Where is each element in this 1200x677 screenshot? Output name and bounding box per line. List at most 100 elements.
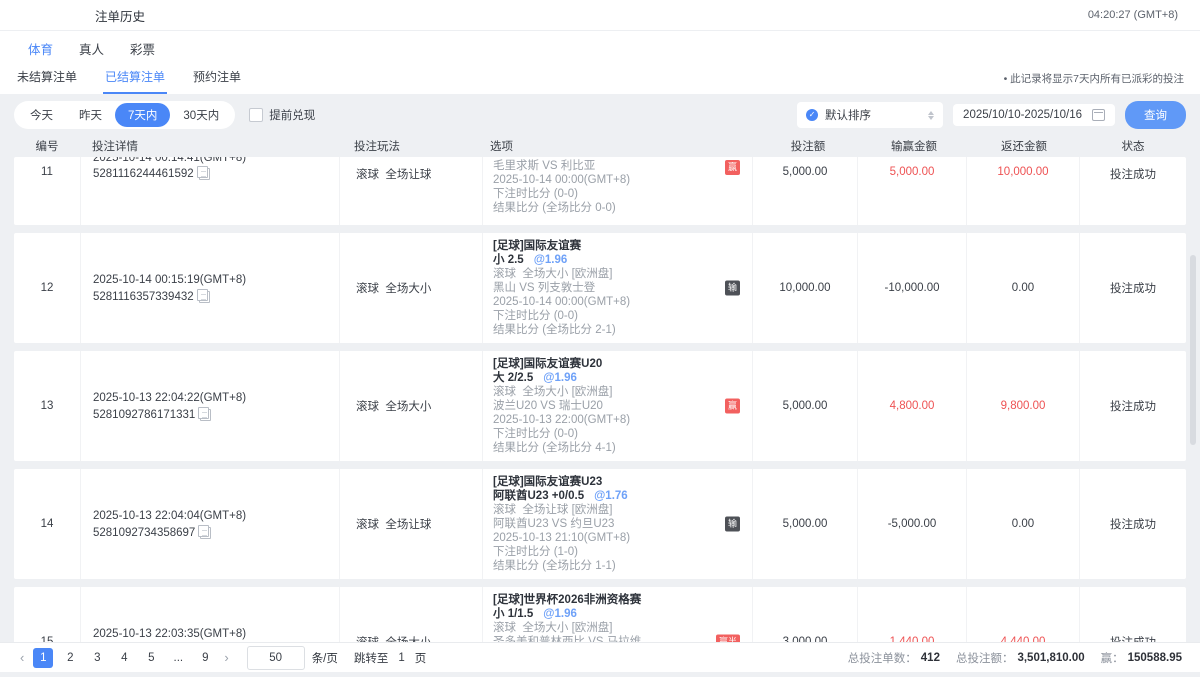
col-header: 编号 xyxy=(14,138,80,154)
page-2[interactable]: 2 xyxy=(60,648,80,668)
col-header: 投注玩法 xyxy=(338,138,480,154)
page-...[interactable]: ... xyxy=(168,648,188,668)
page-3[interactable]: 3 xyxy=(87,648,107,668)
pagination: ‹ 12345... 9 › xyxy=(18,648,231,668)
range-7天内[interactable]: 7天内 xyxy=(115,103,170,127)
bet-status: 投注成功 xyxy=(1080,469,1186,579)
result-badge: 输 xyxy=(725,517,740,532)
subtab-未结算注单[interactable]: 未结算注单 xyxy=(15,64,79,94)
date-range-picker[interactable]: 2025/10/10-2025/10/16 xyxy=(953,104,1115,126)
top-bar: 注单历史 04:20:27 (GMT+8) xyxy=(0,0,1200,31)
play-type: 滚球 全场让球 xyxy=(340,157,483,225)
option-line: 下注时比分 (0-0) xyxy=(493,427,742,441)
page-size-input[interactable] xyxy=(247,646,305,670)
winloss-amount: -5,000.00 xyxy=(858,469,967,579)
page-9[interactable]: 9 xyxy=(195,648,215,668)
option-line: 2025-10-14 00:00(GMT+8) xyxy=(493,295,742,309)
page-5[interactable]: 5 xyxy=(141,648,161,668)
page-title: 注单历史 xyxy=(95,6,145,25)
subtab-已结算注单[interactable]: 已结算注单 xyxy=(103,64,167,94)
cashout-checkbox[interactable] xyxy=(249,108,263,122)
subtab-预约注单[interactable]: 预约注单 xyxy=(191,64,243,94)
page-4[interactable]: 4 xyxy=(114,648,134,668)
option-line: 结果比分 (全场比分 2-1) xyxy=(493,323,742,337)
table-body: 112025-10-14 00:14:41(GMT+8)528111624446… xyxy=(14,157,1186,642)
range-30天内[interactable]: 30天内 xyxy=(170,103,232,127)
refund-amount: 4,440.00 xyxy=(967,587,1080,642)
bet-status: 投注成功 xyxy=(1080,233,1186,343)
stake-amount: 5,000.00 xyxy=(753,351,858,461)
stake-amount: 3,000.00 xyxy=(753,587,858,642)
copy-icon[interactable] xyxy=(199,291,210,303)
copy-icon[interactable] xyxy=(200,527,211,539)
order-number-line: 5281092786171331 xyxy=(93,409,339,421)
total-label: 总投注额： xyxy=(956,650,1014,666)
cashout-checkbox-wrap[interactable]: 提前兑现 xyxy=(249,107,315,123)
option-line: 滚球 全场大小 [欧洲盘] xyxy=(493,621,742,635)
bet-detail-cell: 2025-10-14 00:14:41(GMT+8)52811162444615… xyxy=(81,157,340,225)
option-cell: [足球]国际友谊赛U23阿联酋U23 +0/0.5@1.76滚球 全场让球 [欧… xyxy=(483,469,753,579)
prev-page-icon[interactable]: ‹ xyxy=(18,650,26,665)
row-id: 11 xyxy=(14,157,81,225)
category-tabs: 体育 真人 彩票 xyxy=(0,31,1200,62)
table-row: 112025-10-14 00:14:41(GMT+8)528111624446… xyxy=(14,157,1186,225)
copy-icon[interactable] xyxy=(199,168,210,180)
option-line: [足球]国际友谊赛U23 xyxy=(493,475,742,489)
option-line: [足球]世界杯2026非洲资格赛 xyxy=(493,593,742,607)
sort-caret-icon xyxy=(928,111,934,120)
total-value: 3,501,810.00 xyxy=(1017,652,1084,664)
row-id: 12 xyxy=(14,233,81,343)
vertical-scrollbar[interactable] xyxy=(1190,255,1196,445)
tabs-block: 体育真人彩票 未结算注单已结算注单预约注单 • 此记录将显示7天内所有已派彩的投… xyxy=(0,31,1200,94)
option-line: 下注时比分 (0-0) xyxy=(493,309,742,323)
jump-page-input[interactable]: 1 xyxy=(398,652,404,664)
query-button[interactable]: 查询 xyxy=(1125,101,1186,129)
order-number: 5281092734358697 xyxy=(93,527,195,539)
range-今天[interactable]: 今天 xyxy=(17,103,66,127)
tab-体育[interactable]: 体育 xyxy=(28,39,53,58)
total-item: 赢：150588.95 xyxy=(1101,650,1182,666)
play-type: 滚球 全场让球 xyxy=(340,469,483,579)
order-number: 5281116357339432 xyxy=(93,291,194,303)
table-row: 142025-10-13 22:04:04(GMT+8)528109273435… xyxy=(14,469,1186,579)
table-row: 12 2025-10-14 00:15:19(GMT+8) 528111635733… xyxy=(14,233,1186,343)
result-badge: 赢 xyxy=(725,160,740,175)
option-line: [足球]国际友谊赛U20 xyxy=(493,357,742,371)
bet-time: 2025-10-14 00:15:19(GMT+8) xyxy=(93,274,339,286)
jump-suffix: 页 xyxy=(415,650,427,666)
odds-value: @1.76 xyxy=(594,490,628,502)
footer-bar: ‹12345...9› 条/页 跳转至 1 页 总投注单数：412总投注额：3,… xyxy=(0,642,1200,672)
winloss-amount: 1,440.00 xyxy=(858,587,967,642)
option-line: 2025-10-13 21:10(GMT+8) xyxy=(493,531,742,545)
odds-value: @1.96 xyxy=(534,254,568,266)
option-line: 毛里求斯 VS 利比亚 xyxy=(493,159,595,173)
tab-彩票[interactable]: 彩票 xyxy=(130,39,155,58)
range-昨天[interactable]: 昨天 xyxy=(66,103,115,127)
date-quick-filters: 今天昨天7天内30天内 xyxy=(14,101,235,129)
row-id: 14 xyxy=(14,469,81,579)
col-header: 返还金额 xyxy=(968,138,1080,154)
refund-amount: 9,800.00 xyxy=(967,351,1080,461)
tab-真人[interactable]: 真人 xyxy=(79,39,104,58)
option-line: 滚球 全场大小 [欧洲盘] xyxy=(493,385,742,399)
order-number: 5281092786171331 xyxy=(93,409,195,421)
cashout-checkbox-label: 提前兑现 xyxy=(269,107,315,123)
option-line: 阿联酋U23 +0/0.5@1.76 xyxy=(493,489,742,503)
bet-status: 投注成功 xyxy=(1080,351,1186,461)
refund-amount: 10,000.00 xyxy=(967,157,1080,225)
page-1[interactable]: 1 xyxy=(33,648,53,668)
calendar-icon xyxy=(1092,109,1105,121)
table-row: 132025-10-13 22:04:22(GMT+8)528109278617… xyxy=(14,351,1186,461)
option-line: 阿联酋U23 VS 约旦U23 xyxy=(493,517,742,531)
copy-icon[interactable] xyxy=(200,409,211,421)
odds-value: @1.96 xyxy=(543,608,577,620)
option-line: 滚球 全场大小 [欧洲盘] xyxy=(493,267,742,281)
next-page-icon[interactable]: › xyxy=(222,650,230,665)
bet-status: 投注成功 xyxy=(1080,587,1186,642)
option-line: 结果比分 (全场比分 0-0) xyxy=(493,201,616,215)
bet-time: 2025-10-14 00:14:41(GMT+8) xyxy=(93,157,246,164)
option-line: 大 2/2.5@1.96 xyxy=(493,371,742,385)
sort-select[interactable]: ✓ 默认排序 xyxy=(797,102,943,128)
summary-totals: 总投注单数：412总投注额：3,501,810.00赢：150588.95 xyxy=(848,650,1182,666)
bet-detail-cell: 2025-10-13 22:04:04(GMT+8)52810927343586… xyxy=(81,469,340,579)
